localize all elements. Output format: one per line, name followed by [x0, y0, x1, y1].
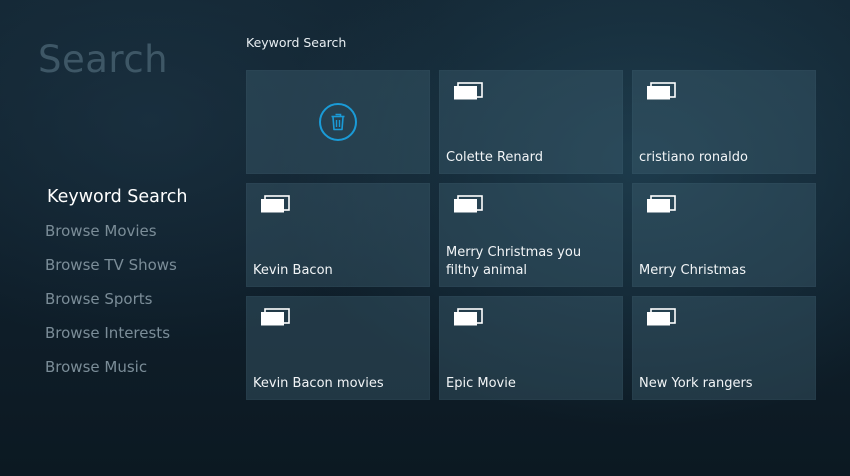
tile-label: New York rangers [639, 376, 753, 391]
tile-label: Merry Christmas [639, 263, 747, 278]
search-tile[interactable]: Merry Christmas [632, 183, 816, 287]
stacked-cards-icon [647, 82, 676, 100]
search-tile[interactable]: Kevin Bacon movies [246, 296, 430, 400]
search-tile[interactable]: Colette Renard [439, 70, 623, 174]
trash-icon [319, 103, 357, 141]
tile-label: Colette Renard [446, 150, 543, 165]
tile-label: Merry Christmas you filthy animal [446, 245, 582, 278]
sidebar-item-browse-movies[interactable]: Browse Movies [45, 214, 235, 248]
search-tile[interactable]: Merry Christmas you filthy animal [439, 183, 623, 287]
stacked-cards-icon [261, 195, 290, 213]
sidebar: Keyword Search Browse Movies Browse TV S… [45, 180, 235, 384]
tile-label: cristiano ronaldo [639, 150, 748, 165]
sidebar-item-keyword-search[interactable]: Keyword Search [47, 180, 235, 214]
tile-label: Kevin Bacon [253, 263, 333, 278]
stacked-cards-icon [454, 308, 483, 326]
page-title: Search [38, 38, 169, 81]
sidebar-item-browse-music[interactable]: Browse Music [45, 350, 235, 384]
search-tile[interactable]: Epic Movie [439, 296, 623, 400]
search-history-grid: Colette Renard cristiano ronaldo Kevin B… [246, 70, 816, 400]
stacked-cards-icon [454, 82, 483, 100]
stacked-cards-icon [647, 308, 676, 326]
stacked-cards-icon [647, 195, 676, 213]
sidebar-item-browse-sports[interactable]: Browse Sports [45, 282, 235, 316]
section-heading: Keyword Search [246, 35, 347, 50]
search-tile[interactable]: Kevin Bacon [246, 183, 430, 287]
tile-label: Kevin Bacon movies [253, 376, 384, 391]
clear-history-tile[interactable] [246, 70, 430, 174]
sidebar-item-browse-tv-shows[interactable]: Browse TV Shows [45, 248, 235, 282]
search-tile[interactable]: cristiano ronaldo [632, 70, 816, 174]
search-tile[interactable]: New York rangers [632, 296, 816, 400]
stacked-cards-icon [454, 195, 483, 213]
tile-label: Epic Movie [446, 376, 516, 391]
stacked-cards-icon [261, 308, 290, 326]
sidebar-item-browse-interests[interactable]: Browse Interests [45, 316, 235, 350]
